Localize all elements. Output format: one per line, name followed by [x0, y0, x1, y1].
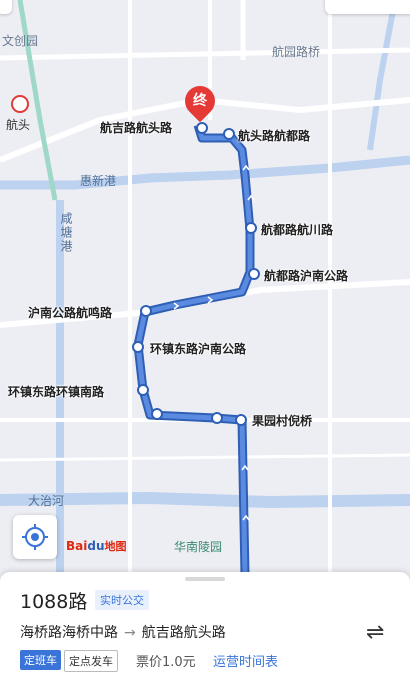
swap-direction-icon[interactable]: ⇌ — [366, 620, 384, 645]
locate-icon — [22, 524, 48, 550]
top-right-control[interactable] — [325, 0, 410, 14]
stop-marker — [223, 128, 235, 140]
stop-marker — [132, 341, 144, 353]
metro-station-icon — [11, 95, 29, 113]
stop-marker — [235, 414, 247, 426]
stop-marker — [151, 408, 163, 420]
water-dazhi-river: 大治河 — [28, 494, 65, 508]
stop-marker — [211, 412, 223, 424]
drag-handle[interactable] — [185, 577, 225, 581]
origin-stop: 海桥路海桥中路 — [20, 625, 118, 641]
terminal-marker[interactable]: 终 — [178, 79, 222, 123]
stop-label[interactable]: 沪南公路航鸣路 — [28, 304, 112, 321]
route-direction: 海桥路海桥中路 → 航吉路航头路 — [20, 622, 226, 642]
stop-label[interactable]: 航都路沪南公路 — [264, 267, 348, 284]
stop-label[interactable]: 环镇东路沪南公路 — [150, 340, 246, 357]
stop-marker — [248, 268, 260, 280]
terminal-label: 终 — [193, 93, 207, 109]
stop-marker — [137, 384, 149, 396]
stop-label[interactable]: 环镇东路环镇南路 — [8, 383, 104, 400]
place-hangyuan-bridge: 航园路桥 — [272, 45, 321, 59]
place-huanan-cemetery: 华南陵园 — [174, 540, 223, 554]
direction-arrow-icon: → — [124, 625, 136, 641]
tag-fixed-departure: 定点发车 — [64, 650, 118, 672]
stop-marker — [196, 122, 208, 134]
stop-marker — [140, 305, 152, 317]
route-info-panel[interactable]: 1088路 实时公交 海桥路海桥中路 → 航吉路航头路 ⇌ 定班车 定点发车 票价1… — [0, 572, 410, 689]
stop-label[interactable]: 航吉路航头路 — [100, 119, 172, 136]
destination-stop: 航吉路航头路 — [141, 625, 226, 641]
realtime-badge: 实时公交 — [95, 590, 149, 610]
stop-marker — [245, 222, 257, 234]
stop-label[interactable]: 果园村倪桥 — [252, 412, 312, 429]
water-xiantang-port: 咸塘港 — [59, 212, 73, 254]
fare-text: 票价1.0元 — [136, 655, 196, 670]
place-hangtou: 航头 — [6, 118, 31, 132]
stop-label[interactable]: 航都路航川路 — [261, 221, 333, 238]
top-left-control[interactable] — [0, 0, 12, 14]
route-name: 1088路 — [20, 591, 88, 613]
map-view[interactable]: 文创园 航园路桥 航头 惠新港 咸塘港 大治河 华南陵园 终 航吉路航头路 航头… — [0, 0, 410, 575]
water-huixin-port: 惠新港 — [80, 174, 117, 188]
locate-button[interactable] — [13, 515, 57, 559]
timetable-link[interactable]: 运营时间表 — [213, 651, 278, 670]
baidu-logo: Baidu地图 — [66, 539, 127, 553]
tag-fixed-schedule: 定班车 — [20, 650, 61, 670]
stop-label[interactable]: 航头路航都路 — [238, 127, 310, 144]
place-wenchuang-park: 文创园 — [2, 34, 39, 48]
